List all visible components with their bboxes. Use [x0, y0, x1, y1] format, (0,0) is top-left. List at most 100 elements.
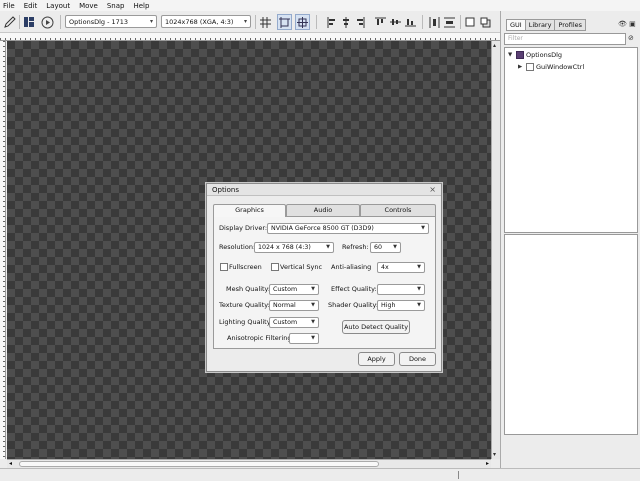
canvas-horizontal-scrollbar[interactable]: ◂ ▸: [7, 459, 491, 468]
tab-graphics[interactable]: Graphics: [213, 204, 286, 217]
clear-filter-icon[interactable]: ⊘: [628, 34, 634, 42]
done-button[interactable]: Done: [399, 352, 436, 366]
scroll-right-icon[interactable]: ▸: [486, 460, 489, 467]
antialiasing-select[interactable]: 4x ▼: [377, 262, 425, 273]
apply-button[interactable]: Apply: [358, 352, 395, 366]
fullscreen-checkbox[interactable]: [220, 263, 228, 271]
canvas-vertical-scrollbar[interactable]: ▴ ▾: [491, 41, 500, 459]
scroll-down-icon[interactable]: ▾: [493, 451, 496, 458]
refresh-select[interactable]: 60 ▼: [370, 242, 401, 253]
control-icon: [526, 63, 534, 71]
tab-gui[interactable]: GUI: [506, 19, 526, 31]
play-icon[interactable]: [39, 14, 55, 30]
status-divider: [458, 471, 459, 479]
antialiasing-value: 4x: [381, 264, 389, 271]
tree-node-label: OptionsDlg: [526, 51, 563, 59]
distribute-v-icon[interactable]: [443, 14, 455, 30]
dialog-title: Options: [212, 186, 240, 194]
chevron-down-icon: ▼: [311, 302, 315, 308]
align-right-icon[interactable]: [354, 14, 366, 30]
refresh-label: Refresh:: [342, 243, 369, 251]
tree-node-label: GuiWindowCtrl: [536, 63, 585, 71]
auto-detect-quality-button[interactable]: Auto Detect Quality: [342, 320, 410, 334]
align-top-icon[interactable]: [374, 14, 386, 30]
bring-front-icon[interactable]: [464, 14, 476, 30]
shader-quality-select[interactable]: High ▼: [377, 300, 425, 311]
tree-node-child[interactable]: ▶ GuiWindowCtrl: [518, 63, 584, 71]
display-driver-select[interactable]: NVIDIA GeForce 8500 GT (D3D9) ▼: [267, 223, 429, 234]
chevron-down-icon: ▾: [149, 18, 153, 25]
control-icon: [516, 51, 524, 59]
tab-audio[interactable]: Audio: [286, 204, 360, 216]
options-dialog[interactable]: Options × Graphics Audio Controls Displa…: [206, 183, 442, 372]
expand-toggle-icon[interactable]: ▼: [508, 52, 516, 58]
lighting-quality-label: Lighting Quality:: [219, 318, 273, 326]
chevron-down-icon: ▼: [326, 244, 330, 250]
horizontal-ruler: [0, 33, 500, 41]
resolution-value: 1024 x 768 (4:3): [258, 244, 311, 251]
lock-icon[interactable]: ▣: [629, 20, 636, 28]
send-back-icon[interactable]: [479, 14, 491, 30]
texture-quality-label: Texture Quality:: [219, 301, 270, 309]
snap-edges-icon[interactable]: [277, 14, 292, 30]
chevron-down-icon: ▾: [243, 18, 247, 25]
resolution-select[interactable]: 1024x768 (XGA, 4:3) ▾: [161, 15, 251, 28]
menu-file[interactable]: File: [3, 2, 15, 10]
distribute-h-icon[interactable]: [428, 14, 440, 30]
texture-quality-select[interactable]: Normal ▼: [269, 300, 319, 311]
menu-help[interactable]: Help: [133, 2, 149, 10]
control-select[interactable]: OptionsDlg - 1713 ▾: [65, 15, 157, 28]
side-panel: GUI Library Profiles 👁 ▣ Filter ⊘ ▼ Opti…: [500, 11, 640, 468]
tab-profiles[interactable]: Profiles: [554, 19, 587, 31]
pencil-icon[interactable]: [3, 14, 17, 30]
effect-quality-select[interactable]: ▼: [377, 284, 425, 295]
align-left-icon[interactable]: [326, 14, 338, 30]
shader-quality-value: High: [381, 302, 396, 309]
filter-placeholder: Filter: [508, 35, 523, 42]
chevron-down-icon: ▼: [421, 225, 425, 231]
tree-node-root[interactable]: ▼ OptionsDlg: [508, 51, 562, 59]
mesh-quality-value: Custom: [273, 286, 298, 293]
properties-panel[interactable]: [504, 234, 638, 435]
tab-library[interactable]: Library: [524, 19, 556, 31]
texture-quality-value: Normal: [273, 302, 296, 309]
menu-snap[interactable]: Snap: [107, 2, 125, 10]
layout-icon[interactable]: [22, 14, 36, 30]
menu-layout[interactable]: Layout: [46, 2, 70, 10]
lighting-quality-select[interactable]: Custom ▼: [269, 317, 319, 328]
effect-quality-label: Effect Quality:: [331, 285, 377, 293]
scroll-up-icon[interactable]: ▴: [493, 42, 496, 49]
chevron-down-icon: ▼: [311, 335, 315, 341]
eye-icon[interactable]: 👁: [618, 20, 627, 28]
chevron-down-icon: ▼: [417, 302, 421, 308]
gui-tree[interactable]: ▼ OptionsDlg ▶ GuiWindowCtrl: [504, 47, 638, 233]
side-panel-icons: 👁 ▣: [618, 20, 636, 28]
tab-controls[interactable]: Controls: [360, 204, 436, 216]
snap-centers-icon[interactable]: [295, 14, 310, 30]
grid-snap-icon[interactable]: [258, 14, 272, 30]
mesh-quality-select[interactable]: Custom ▼: [269, 284, 319, 295]
shader-quality-label: Shader Quality:: [328, 301, 379, 309]
filter-input[interactable]: Filter: [504, 33, 626, 45]
menu-move[interactable]: Move: [79, 2, 98, 10]
status-bar: [0, 468, 640, 481]
fullscreen-label: Fullscreen: [229, 263, 262, 271]
dialog-title-bar[interactable]: Options ×: [207, 184, 441, 196]
control-select-value: OptionsDlg - 1713: [69, 17, 129, 26]
display-driver-label: Display Driver:: [219, 224, 268, 232]
align-center-h-icon[interactable]: [340, 14, 352, 30]
vsync-checkbox[interactable]: [271, 263, 279, 271]
menu-edit[interactable]: Edit: [24, 2, 38, 10]
resolution-select[interactable]: 1024 x 768 (4:3) ▼: [254, 242, 334, 253]
scroll-left-icon[interactable]: ◂: [9, 460, 12, 467]
align-bottom-icon[interactable]: [404, 14, 416, 30]
expand-toggle-icon[interactable]: ▶: [518, 64, 526, 70]
close-icon[interactable]: ×: [429, 185, 436, 194]
resolution-select-value: 1024x768 (XGA, 4:3): [165, 17, 234, 26]
anisotropic-filtering-select[interactable]: ▼: [289, 333, 319, 344]
chevron-down-icon: ▼: [417, 286, 421, 292]
align-center-v-icon[interactable]: [389, 14, 401, 30]
graphics-panel: Display Driver: NVIDIA GeForce 8500 GT (…: [213, 216, 436, 349]
scrollbar-thumb[interactable]: [19, 461, 379, 467]
chevron-down-icon: ▼: [311, 319, 315, 325]
